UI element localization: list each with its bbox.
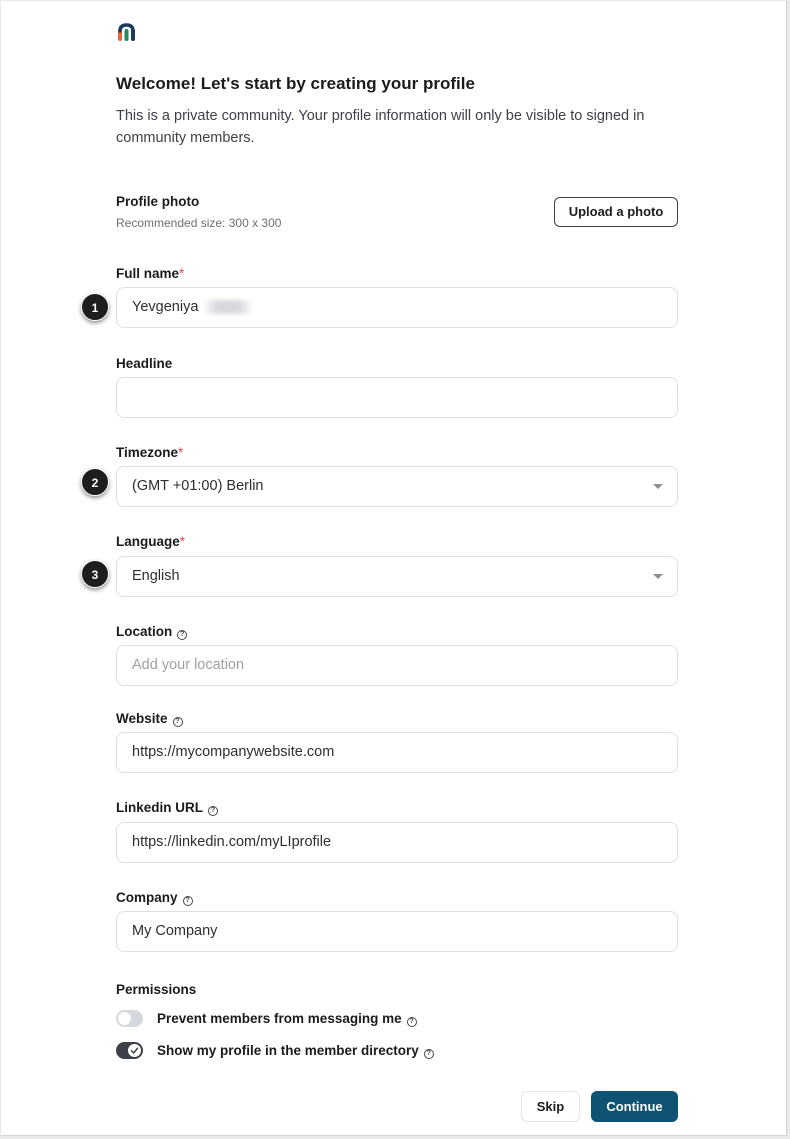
help-icon[interactable]: ? xyxy=(177,630,188,640)
required-mark: * xyxy=(179,534,186,549)
company-label-text: Company xyxy=(116,890,178,905)
chevron-down-icon xyxy=(653,484,663,489)
language-select[interactable]: English xyxy=(116,556,678,597)
language-label-text: Language xyxy=(116,534,180,549)
chevron-down-icon xyxy=(653,574,663,579)
skip-button[interactable]: Skip xyxy=(521,1091,580,1122)
prevent-messaging-toggle[interactable] xyxy=(116,1010,143,1027)
step-marker-2: 2 xyxy=(81,468,109,496)
redacted-surname xyxy=(202,300,255,315)
upload-photo-button[interactable]: Upload a photo xyxy=(554,197,678,227)
help-icon[interactable]: ? xyxy=(182,896,193,906)
toggle-knob xyxy=(118,1012,131,1025)
linkedin-label-text: Linkedin URL xyxy=(116,800,203,815)
help-icon[interactable]: ? xyxy=(208,806,218,816)
full-name-input[interactable]: Yevgeniya xyxy=(116,287,678,328)
help-icon[interactable]: ? xyxy=(172,717,183,727)
permissions-title: Permissions xyxy=(116,982,197,997)
profile-setup-page: Welcome! Let's start by creating your pr… xyxy=(1,1,787,1136)
required-mark: * xyxy=(178,445,184,460)
full-name-label-text: Full name xyxy=(116,266,180,281)
location-label-text: Location xyxy=(116,624,173,639)
website-label: Website? xyxy=(116,711,183,727)
profile-photo-hint: Recommended size: 300 x 300 xyxy=(116,216,282,230)
full-name-value: Yevgeniya xyxy=(132,299,199,315)
company-label: Company? xyxy=(116,890,193,906)
timezone-select[interactable]: (GMT +01:00) Berlin xyxy=(116,466,678,507)
continue-button[interactable]: Continue xyxy=(591,1091,678,1122)
full-name-label: Full name* xyxy=(116,266,184,281)
check-icon xyxy=(130,1047,139,1054)
timezone-label-text: Timezone xyxy=(116,445,179,460)
company-input[interactable]: My Company xyxy=(116,911,678,952)
step-marker-3: 3 xyxy=(81,560,109,588)
step-marker-1: 1 xyxy=(81,293,109,321)
page-subtitle: This is a private community. Your profil… xyxy=(116,108,645,146)
language-label: Language* xyxy=(116,534,185,549)
prevent-messaging-label: Prevent members from messaging me? xyxy=(157,1011,417,1027)
website-input[interactable]: https://mycompanywebsite.com xyxy=(116,732,678,773)
show-in-directory-toggle[interactable] xyxy=(116,1042,143,1059)
linkedin-input[interactable]: https://linkedin.com/myLIprofile xyxy=(116,822,678,863)
language-value: English xyxy=(132,568,180,584)
profile-photo-label: Profile photo xyxy=(116,194,200,209)
location-input[interactable]: Add your location xyxy=(116,645,678,686)
headline-input[interactable] xyxy=(116,377,678,418)
community-logo-icon xyxy=(118,23,135,41)
help-icon[interactable]: ? xyxy=(423,1049,434,1059)
timezone-label: Timezone* xyxy=(116,445,183,460)
headline-label: Headline xyxy=(116,356,173,371)
help-icon[interactable]: ? xyxy=(406,1017,417,1027)
website-label-text: Website xyxy=(116,711,168,726)
timezone-value: (GMT +01:00) Berlin xyxy=(132,478,264,494)
show-in-directory-label: Show my profile in the member directory? xyxy=(157,1043,434,1059)
prevent-messaging-label-text: Prevent members from messaging me xyxy=(157,1011,402,1026)
page-title: Welcome! Let's start by creating your pr… xyxy=(116,74,475,93)
show-in-directory-label-text: Show my profile in the member directory xyxy=(157,1043,419,1058)
location-label: Location? xyxy=(116,624,188,640)
toggle-knob xyxy=(128,1044,141,1057)
linkedin-label: Linkedin URL? xyxy=(116,800,218,816)
required-mark: * xyxy=(179,266,185,281)
